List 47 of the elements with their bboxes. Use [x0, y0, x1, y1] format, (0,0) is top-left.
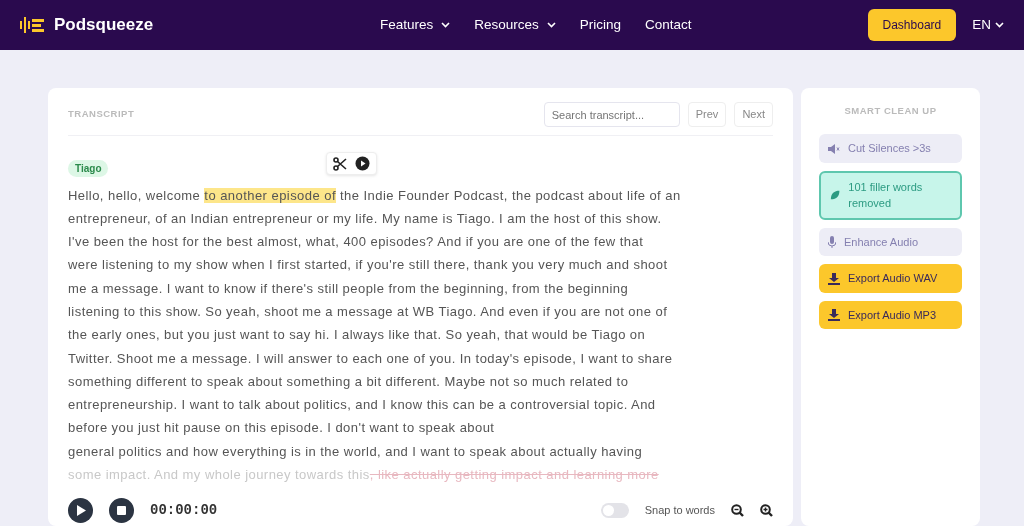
transcript-line: the early ones, but you just want to say hi. I always like that. So yeah, that would be Tiago on	[68, 326, 647, 345]
nav-link[interactable]: Features	[380, 14, 451, 36]
caret-icon	[546, 22, 556, 28]
download-icon	[828, 272, 840, 285]
language-selector[interactable]: EN	[972, 14, 1004, 36]
play-icon	[75, 505, 86, 516]
next-button[interactable]: Next	[734, 102, 773, 127]
transcript-line: Twitter. Shoot me a message. I will answer to each one of you. In today's episode, I want to share	[68, 349, 674, 368]
snap-label: Snap to words	[644, 503, 715, 519]
nav-link[interactable]: Contact	[645, 14, 692, 36]
section-heading: TRANSCRIPT	[68, 107, 135, 122]
brand-name[interactable]: Podsqueeze	[54, 12, 154, 38]
transcript-line: I've been the host for the best almost, what, 400 episodes? And if you are one of the few that	[68, 233, 645, 252]
transcript-line: something different to speak about something a bit different. Maybe not so much related to	[68, 372, 630, 391]
caret-icon	[441, 22, 451, 28]
section-heading: SMART CLEAN UP	[843, 104, 938, 118]
transcript-line: Hello, hello, welcome to another episode of the Indie Founder Podcast, the podcast about life of an	[68, 186, 682, 205]
logo-icon	[20, 17, 46, 33]
transcript-line: were listening to my show when I first started, if you're still there, thank you very much and shoot	[68, 256, 669, 275]
stop-button[interactable]	[109, 498, 134, 523]
caret-icon	[995, 22, 1004, 28]
scissors-icon[interactable]	[333, 156, 347, 171]
search-field[interactable]: Search transcript...	[543, 102, 680, 127]
speaker-icon	[828, 143, 840, 154]
transcript-line: entrepreneurship. I want to talk about politics, and I know this can be a controversial topic. And	[68, 396, 657, 415]
nav-link[interactable]: Pricing	[579, 14, 622, 36]
speaker-tag: Tiago	[68, 160, 109, 177]
microphone-icon	[828, 236, 836, 248]
zoom-in-icon[interactable]	[760, 504, 773, 517]
transcript-line: entrepreneur, of an Indian entrepreneur or my life. My name is Tiago. I am the host of this show.	[68, 209, 663, 228]
zoom-out-icon[interactable]	[731, 504, 744, 517]
transcript-line: listening to this show. So yeah, shoot me a message at WB Tiago. And even if you are not one of	[68, 303, 669, 321]
stop-icon	[117, 506, 126, 515]
time-display: 00:00:00	[150, 501, 218, 520]
dashboard-button[interactable]: Dashboard	[867, 9, 957, 41]
export-button[interactable]: Export Audio WAV	[819, 264, 962, 293]
export-button[interactable]: Export Audio MP3	[819, 300, 962, 330]
nav-link[interactable]: Resources	[474, 14, 556, 36]
snap-toggle[interactable]	[600, 503, 629, 518]
play-button[interactable]	[68, 498, 93, 523]
transcript-line: general politics and how everything is in the world, and I want to speak about actually having	[68, 442, 644, 461]
download-icon	[828, 309, 840, 321]
play-icon[interactable]	[355, 156, 370, 171]
transcript-line: me a message. I want to know if there's still people from the beginning, from the beginning	[68, 279, 630, 298]
leaf-icon	[830, 189, 841, 202]
transcript-line: before you just hit pause on this episode. I don't want to speak about	[68, 419, 496, 438]
prev-button[interactable]: Prev	[687, 102, 727, 127]
